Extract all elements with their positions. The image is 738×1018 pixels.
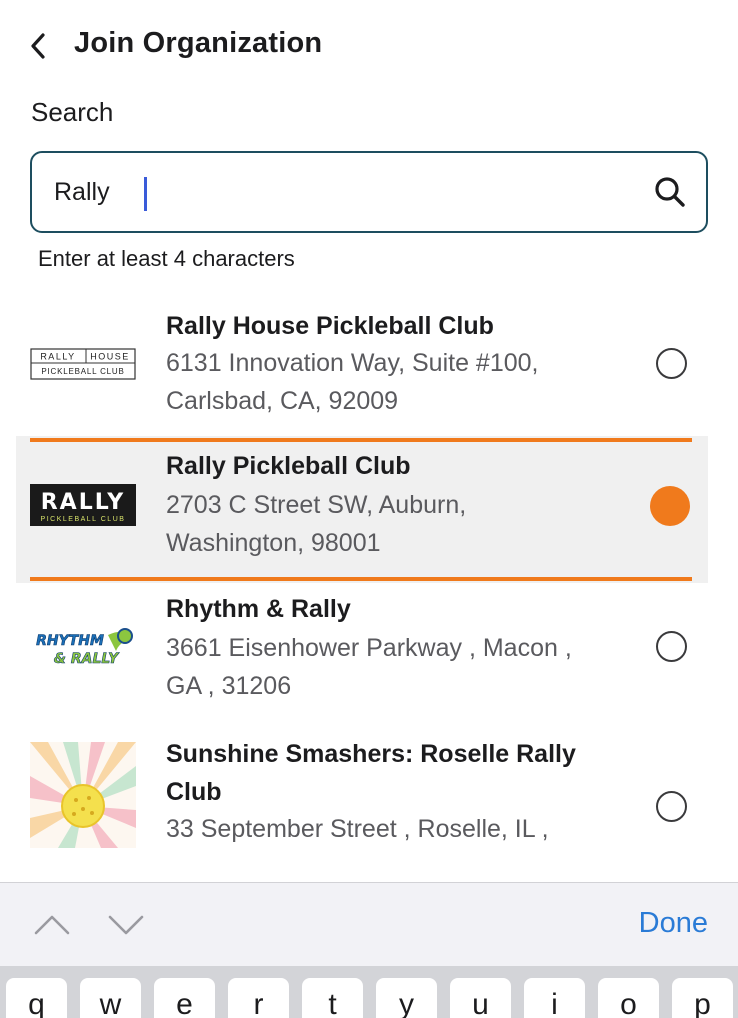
club-logo: RALLY PICKLEBALL CLUB: [30, 484, 136, 526]
keyboard: q w e r t y u i o p: [0, 966, 738, 1018]
key-q[interactable]: q: [6, 978, 67, 1018]
logo-text: RHYTHM: [36, 633, 104, 649]
club-address-line1: 2703 C Street SW, Auburn,: [166, 491, 467, 519]
key-e[interactable]: e: [154, 978, 215, 1018]
club-logo: RHYTHM & RALLY: [30, 619, 136, 675]
chevron-left-icon: [31, 33, 45, 59]
club-address-line1: 3661 Eisenhower Parkway , Macon ,: [166, 634, 572, 662]
club-name: Rhythm & Rally: [166, 595, 351, 623]
search-label: Search: [31, 97, 114, 127]
chevron-down-icon[interactable]: [108, 907, 144, 943]
club-name: Rally House Pickleball Club: [166, 312, 494, 340]
club-address-line2: Washington, 98001: [166, 529, 381, 557]
radio-button[interactable]: [656, 791, 687, 822]
logo-text: PICKLEBALL CLUB: [41, 367, 124, 376]
search-helper-text: Enter at least 4 characters: [38, 246, 295, 271]
logo-text: RALLY: [41, 490, 126, 515]
selection-bottom-border: [30, 577, 692, 581]
key-i[interactable]: i: [524, 978, 585, 1018]
header: Join Organization: [0, 0, 738, 92]
club-name-line1: Sunshine Smashers: Roselle Rally: [166, 740, 576, 768]
search-field[interactable]: [30, 151, 708, 233]
club-address-line2: GA , 31206: [166, 672, 292, 700]
search-input[interactable]: [54, 153, 614, 231]
key-w[interactable]: w: [80, 978, 141, 1018]
keyboard-toolbar: Done: [0, 882, 738, 966]
logo-text: HOUSE: [90, 352, 130, 362]
text-caret: [144, 177, 147, 211]
club-name-line2: Club: [166, 778, 222, 806]
search-icon[interactable]: [652, 174, 688, 210]
list-item[interactable]: RHYTHM & RALLY Rhythm & Rally 3661 Eisen…: [16, 583, 708, 728]
logo-text: PICKLEBALL CLUB: [41, 516, 126, 523]
club-logo: RALLY HOUSE PICKLEBALL CLUB: [30, 348, 136, 380]
key-u[interactable]: u: [450, 978, 511, 1018]
list-item[interactable]: Sunshine Smashers: Roselle Rally Club 33…: [16, 728, 708, 878]
radio-button[interactable]: [656, 348, 687, 379]
key-p[interactable]: p: [672, 978, 733, 1018]
key-r[interactable]: r: [228, 978, 289, 1018]
key-t[interactable]: t: [302, 978, 363, 1018]
page-title: Join Organization: [74, 27, 323, 59]
list-item[interactable]: RALLY HOUSE PICKLEBALL CLUB Rally House …: [16, 296, 708, 436]
selection-top-border: [30, 438, 692, 442]
club-address-line2: Carlsbad, CA, 92009: [166, 387, 399, 415]
key-o[interactable]: o: [598, 978, 659, 1018]
club-address-line1: 33 September Street , Roselle, IL ,: [166, 815, 549, 843]
list-item-selected[interactable]: RALLY PICKLEBALL CLUB Rally Pickleball C…: [16, 436, 708, 583]
key-y[interactable]: y: [376, 978, 437, 1018]
logo-text: RALLY: [40, 352, 75, 362]
back-button[interactable]: [22, 28, 54, 64]
club-address-line1: 6131 Innovation Way, Suite #100,: [166, 349, 539, 377]
club-name: Rally Pickleball Club: [166, 452, 411, 480]
chevron-up-icon[interactable]: [34, 907, 70, 943]
club-logo: [30, 742, 136, 848]
logo-text: & RALLY: [54, 651, 120, 667]
radio-button-selected[interactable]: [650, 486, 690, 526]
done-button[interactable]: Done: [639, 907, 708, 940]
radio-button[interactable]: [656, 631, 687, 662]
